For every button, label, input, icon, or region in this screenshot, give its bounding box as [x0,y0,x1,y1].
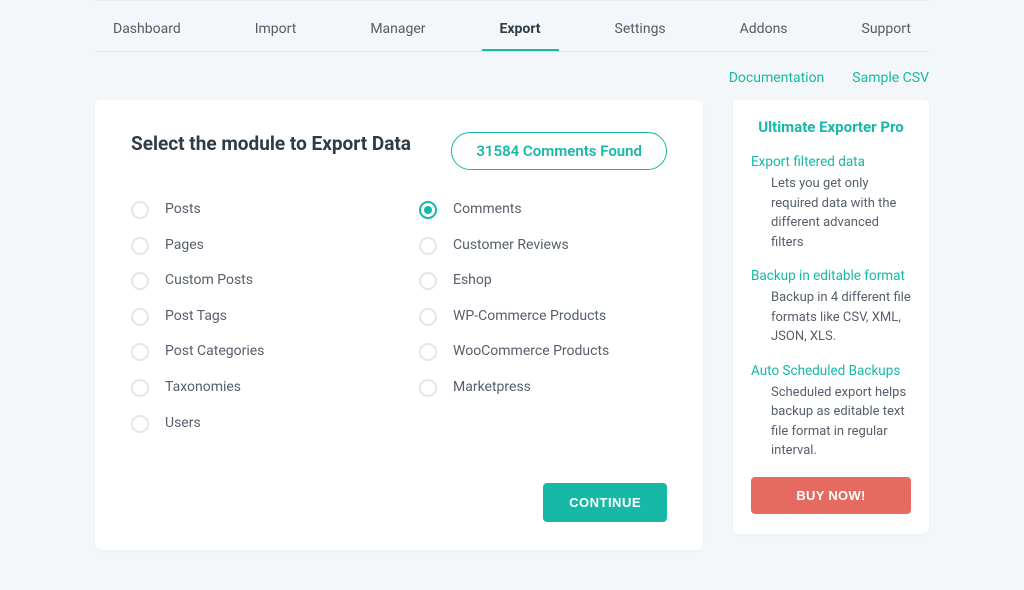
page-title: Select the module to Export Data [131,132,411,155]
module-label: Comments [453,200,522,220]
module-radio-marketpress[interactable]: Marketpress [419,378,667,398]
radio-icon [131,379,149,397]
module-label: Post Categories [165,342,264,362]
documentation-link[interactable]: Documentation [729,70,825,86]
promo-title: Ultimate Exporter Pro [751,118,911,136]
promo-feature-desc: Lets you get only required data with the… [751,174,911,252]
module-radio-custom-posts[interactable]: Custom Posts [131,271,379,291]
radio-icon [419,201,437,219]
nav-tabs: Dashboard Import Manager Export Settings… [95,0,929,52]
module-radio-post-categories[interactable]: Post Categories [131,342,379,362]
tab-support[interactable]: Support [844,13,929,51]
tab-settings[interactable]: Settings [597,13,684,51]
promo-card: Ultimate Exporter Pro Export filtered da… [733,100,929,534]
module-label: WP-Commerce Products [453,307,606,327]
radio-icon [419,343,437,361]
promo-feature-desc: Scheduled export helps backup as editabl… [751,383,911,461]
module-radio-customer-reviews[interactable]: Customer Reviews [419,236,667,256]
doc-links: Documentation Sample CSV [0,70,929,86]
tab-import[interactable]: Import [237,13,315,51]
module-label: Post Tags [165,307,227,327]
tab-export[interactable]: Export [482,13,559,51]
buy-now-button[interactable]: BUY NOW! [751,477,911,514]
module-radio-pages[interactable]: Pages [131,236,379,256]
count-badge: 31584 Comments Found [451,132,667,170]
module-radio-posts[interactable]: Posts [131,200,379,220]
module-label: Taxonomies [165,378,241,398]
radio-icon [419,237,437,255]
module-radio-users[interactable]: Users [131,414,379,434]
module-radio-post-tags[interactable]: Post Tags [131,307,379,327]
tab-manager[interactable]: Manager [352,13,443,51]
tab-addons[interactable]: Addons [722,13,806,51]
continue-button[interactable]: CONTINUE [543,483,667,522]
module-radio-eshop[interactable]: Eshop [419,271,667,291]
promo-feature-desc: Backup in 4 different file formats like … [751,288,911,347]
radio-icon [419,379,437,397]
promo-feature: Auto Scheduled Backups Scheduled export … [751,363,911,461]
radio-icon [419,272,437,290]
export-module-card: Select the module to Export Data 31584 C… [95,100,703,550]
radio-icon [419,308,437,326]
promo-feature-title: Backup in editable format [751,268,911,284]
radio-icon [131,343,149,361]
module-label: Eshop [453,271,492,291]
sample-csv-link[interactable]: Sample CSV [852,70,929,86]
module-column-right: Comments Customer Reviews Eshop WP-Comme… [419,200,667,433]
radio-icon [131,415,149,433]
module-radio-wp-commerce[interactable]: WP-Commerce Products [419,307,667,327]
module-label: Posts [165,200,201,220]
module-column-left: Posts Pages Custom Posts Post Tags [131,200,379,433]
module-radio-comments[interactable]: Comments [419,200,667,220]
radio-icon [131,237,149,255]
module-label: Customer Reviews [453,236,569,256]
module-label: Marketpress [453,378,531,398]
module-radio-taxonomies[interactable]: Taxonomies [131,378,379,398]
module-label: Users [165,414,201,434]
tab-dashboard[interactable]: Dashboard [95,13,199,51]
promo-feature-title: Export filtered data [751,154,911,170]
module-label: Custom Posts [165,271,253,291]
radio-icon [131,201,149,219]
promo-feature: Backup in editable format Backup in 4 di… [751,268,911,347]
promo-feature: Export filtered data Lets you get only r… [751,154,911,252]
radio-icon [131,308,149,326]
radio-icon [131,272,149,290]
module-label: WooCommerce Products [453,342,609,362]
module-radio-woocommerce[interactable]: WooCommerce Products [419,342,667,362]
module-label: Pages [165,236,204,256]
promo-feature-title: Auto Scheduled Backups [751,363,911,379]
